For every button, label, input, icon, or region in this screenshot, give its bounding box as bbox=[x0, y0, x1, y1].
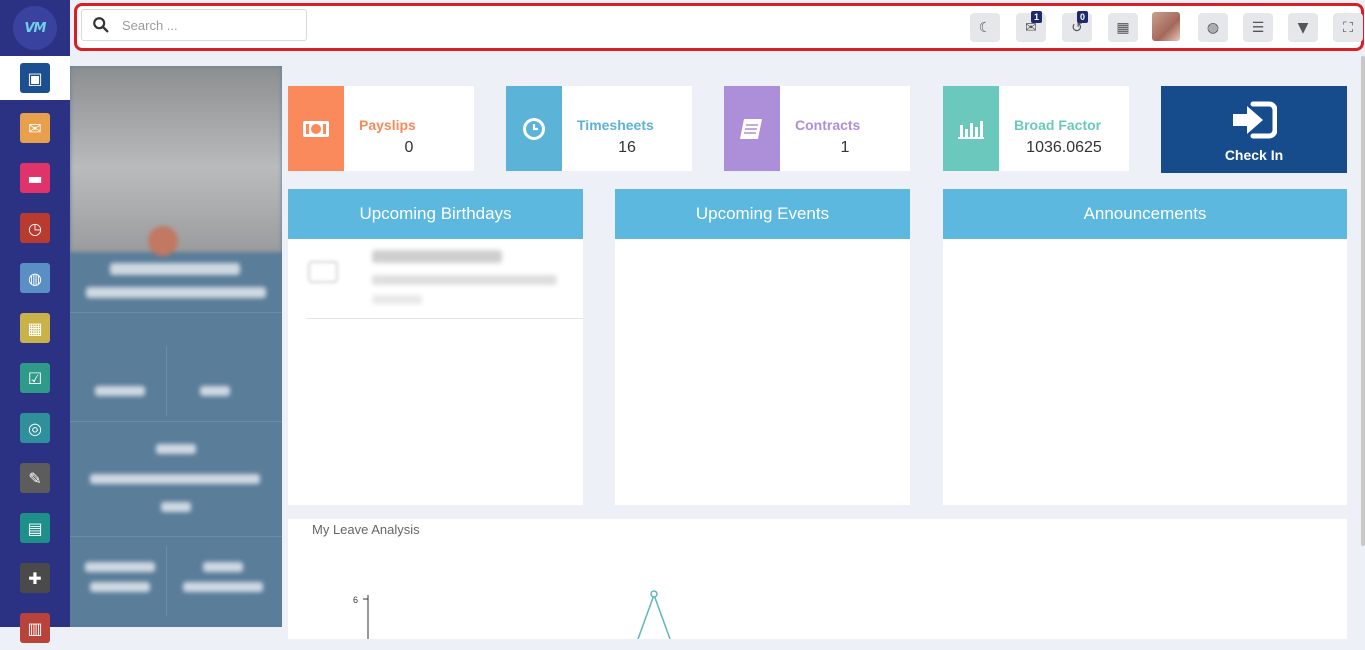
contracts-card[interactable]: Contracts 1 bbox=[724, 86, 910, 171]
check-in-button[interactable]: Check In bbox=[1161, 86, 1347, 173]
hamburger-icon: ☰ bbox=[1251, 19, 1265, 36]
calendar-icon: ▦ bbox=[20, 313, 50, 343]
sidebar-item-timer[interactable]: ◷ bbox=[0, 206, 70, 250]
count-badge: 0 bbox=[1076, 11, 1088, 23]
upcoming-birthdays-panel: Upcoming Birthdays bbox=[288, 189, 583, 505]
check-in-label: Check In bbox=[1224, 147, 1284, 163]
sidebar-item-tasks[interactable]: ☑ bbox=[0, 356, 70, 400]
language-button[interactable]: ◍ bbox=[1198, 13, 1228, 42]
money-icon bbox=[288, 86, 344, 171]
sidebar-item-mail[interactable]: ✉ bbox=[0, 106, 70, 150]
broad-factor-label: Broad Factor bbox=[1014, 117, 1102, 133]
profile-card bbox=[70, 66, 282, 627]
profile-photo bbox=[70, 66, 282, 256]
user-clock-icon: ◍ bbox=[20, 263, 50, 293]
sign-in-icon bbox=[1233, 101, 1277, 139]
note-edit-icon: ✎ bbox=[20, 463, 50, 493]
clock-icon bbox=[506, 86, 562, 171]
stopwatch-icon: ◷ bbox=[20, 213, 50, 243]
contracts-label: Contracts bbox=[795, 117, 861, 133]
upcoming-birthdays-header: Upcoming Birthdays bbox=[288, 189, 583, 239]
puzzle-icon: ✚ bbox=[20, 563, 50, 593]
calculator-icon: ▦ bbox=[1116, 19, 1130, 36]
payslips-card[interactable]: Payslips 0 bbox=[288, 86, 474, 171]
search-input[interactable] bbox=[122, 15, 302, 35]
sidebar-item-calendar[interactable]: ▦ bbox=[0, 306, 70, 350]
box-icon: ▥ bbox=[20, 613, 50, 643]
broad-factor-card[interactable]: Broad Factor 1036.0625 bbox=[943, 86, 1129, 171]
sidebar-item-users-time[interactable]: ◍ bbox=[0, 256, 70, 300]
sidebar: VM ▣ ✉ ▬ ◷ ◍ ▦ ☑ ◎ ✎ ▤ ✚ ▥ bbox=[0, 0, 70, 643]
page-scrollbar[interactable] bbox=[1361, 56, 1365, 546]
timesheets-card[interactable]: Timesheets 16 bbox=[506, 86, 692, 171]
search-box[interactable] bbox=[81, 9, 307, 41]
bookmark-button[interactable]: ▼ bbox=[1288, 13, 1318, 42]
checklist-icon: ☑ bbox=[20, 363, 50, 393]
contact-card-icon: ▤ bbox=[20, 513, 50, 543]
app-logo[interactable]: VM bbox=[0, 0, 70, 56]
announcements-panel: Announcements bbox=[943, 189, 1347, 505]
globe-icon: ◍ bbox=[1206, 19, 1220, 36]
leave-chart bbox=[363, 590, 671, 639]
payslips-label: Payslips bbox=[359, 117, 416, 133]
timesheets-value: 16 bbox=[618, 139, 636, 156]
sidebar-item-modules[interactable]: ✚ bbox=[0, 556, 70, 600]
birthday-avatar-icon bbox=[308, 257, 340, 283]
broad-factor-value: 1036.0625 bbox=[1026, 139, 1102, 156]
fullscreen-icon: ⛶ bbox=[1343, 19, 1353, 36]
contracts-value: 1 bbox=[840, 139, 850, 156]
timesheets-label: Timesheets bbox=[577, 117, 654, 133]
logo-text: VM bbox=[24, 20, 47, 36]
sidebar-item-performance[interactable]: ◎ bbox=[0, 406, 70, 450]
fullscreen-button[interactable]: ⛶ bbox=[1333, 13, 1363, 42]
envelope-icon: ✉ bbox=[20, 113, 50, 143]
upcoming-events-header: Upcoming Events bbox=[615, 189, 910, 239]
sidebar-item-contacts[interactable]: ▤ bbox=[0, 506, 70, 550]
count-badge: 1 bbox=[1030, 11, 1042, 23]
messages-button[interactable]: ✉ 1 bbox=[1016, 11, 1046, 42]
dark-mode-button[interactable]: ☾ bbox=[970, 13, 1000, 42]
payslips-value: 0 bbox=[404, 139, 414, 156]
leave-analysis-card: My Leave Analysis 6 bbox=[288, 519, 1347, 639]
bar-chart-icon bbox=[943, 86, 999, 171]
sidebar-item-dashboard[interactable]: ▣ bbox=[0, 56, 70, 100]
moon-icon: ☾ bbox=[978, 19, 992, 36]
notifications-button[interactable]: ↺ 0 bbox=[1062, 11, 1092, 42]
sidebar-item-notes[interactable]: ✎ bbox=[0, 456, 70, 500]
birthday-name-blurred bbox=[372, 250, 502, 263]
document-icon bbox=[724, 86, 780, 171]
gauge-icon: ◎ bbox=[20, 413, 50, 443]
monitor-icon: ▣ bbox=[20, 63, 50, 93]
profile-name-blurred bbox=[110, 263, 240, 275]
sidebar-item-more[interactable]: ▥ bbox=[0, 606, 70, 650]
announcements-header: Announcements bbox=[943, 189, 1347, 239]
calculator-button[interactable]: ▦ bbox=[1108, 13, 1138, 42]
chat-bubble-icon: ▬ bbox=[20, 163, 50, 193]
search-icon bbox=[93, 17, 109, 33]
logo-icon: VM bbox=[13, 6, 57, 50]
profile-role-blurred bbox=[86, 287, 266, 298]
bookmark-icon: ▼ bbox=[1297, 19, 1309, 36]
sidebar-item-chat[interactable]: ▬ bbox=[0, 156, 70, 200]
upcoming-events-panel: Upcoming Events bbox=[615, 189, 910, 505]
top-bar: ☾ ✉1 ↺0 ▦ ◍ ☰ ▼ ⛶ bbox=[74, 3, 1364, 51]
user-avatar[interactable] bbox=[1152, 12, 1180, 41]
menu-button[interactable]: ☰ bbox=[1243, 13, 1273, 42]
